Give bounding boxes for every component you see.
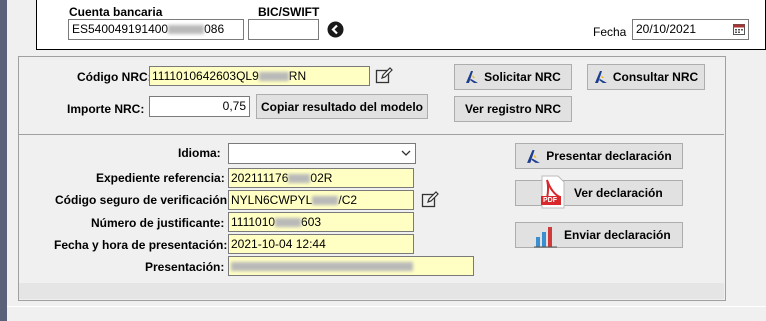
fecha-hora-field: 2021-10-04 12:44 (228, 234, 414, 254)
expediente-label: Expediente referencia: (96, 171, 225, 185)
arrow-right-icon[interactable] (327, 21, 344, 38)
redaction-blur (168, 25, 205, 35)
importe-nrc-input[interactable]: 0,75 (149, 96, 250, 117)
window-left-edge (0, 0, 7, 321)
window-bottom-edge (7, 306, 766, 307)
redaction-blur (288, 174, 311, 184)
account-input[interactable]: ES540049191400 086 (68, 19, 244, 40)
chevron-down-icon[interactable] (401, 150, 411, 157)
csv-label: Código seguro de verificación: (55, 193, 232, 207)
fecha-hora-label: Fecha y hora de presentación: (54, 238, 228, 252)
consultar-nrc-button[interactable]: Consultar NRC (587, 64, 705, 90)
presentacion-field (228, 256, 474, 276)
bic-label: BIC/SWIFT (258, 5, 320, 19)
aeat-logo-icon (526, 149, 541, 164)
ver-declaracion-button[interactable]: PDF Ver declaración (515, 175, 683, 209)
panel-footer (19, 283, 724, 299)
fecha-input[interactable]: 20/10/2021 (632, 19, 749, 40)
importe-nrc-label: Importe NRC: (67, 102, 145, 116)
redaction-blur (312, 196, 339, 206)
codigo-nrc-label: Código NRC: (77, 70, 152, 84)
justificante-label: Número de justificante: (91, 216, 225, 230)
edit-icon[interactable] (375, 67, 393, 85)
section-divider (19, 134, 724, 135)
pdf-file-icon: PDF (538, 175, 568, 209)
pdf-badge: PDF (543, 197, 557, 204)
enviar-declaracion-button[interactable]: Enviar declaración (515, 222, 683, 248)
presentacion-label: Presentación: (145, 260, 225, 274)
bar-chart-icon (533, 223, 559, 249)
presentar-declaracion-button[interactable]: Presentar declaración (515, 143, 683, 169)
copiar-resultado-button[interactable]: Copiar resultado del modelo (256, 94, 428, 119)
fecha-label: Fecha (593, 25, 627, 39)
idioma-label: Idioma: (178, 146, 221, 160)
redaction-blur (275, 218, 302, 228)
redaction-blur (231, 262, 413, 272)
redaction-blur (258, 72, 289, 82)
expediente-field: 202111176 02R (228, 168, 414, 188)
idioma-select[interactable] (228, 143, 416, 164)
edit-icon[interactable] (421, 191, 439, 209)
account-label: Cuenta bancaria (69, 5, 163, 19)
codigo-nrc-field: 1111010642603QL9 RN (149, 66, 370, 86)
solicitar-nrc-button[interactable]: Solicitar NRC (454, 64, 572, 90)
ver-registro-nrc-button[interactable]: Ver registro NRC (454, 96, 572, 122)
csv-field: NYLN6CWPYL/C2 (228, 190, 414, 210)
aeat-logo-icon (594, 70, 608, 84)
justificante-field: 1111010 603 (228, 212, 414, 232)
calendar-icon[interactable] (733, 23, 745, 35)
aeat-logo-icon (465, 70, 479, 84)
bic-input[interactable] (248, 19, 319, 40)
